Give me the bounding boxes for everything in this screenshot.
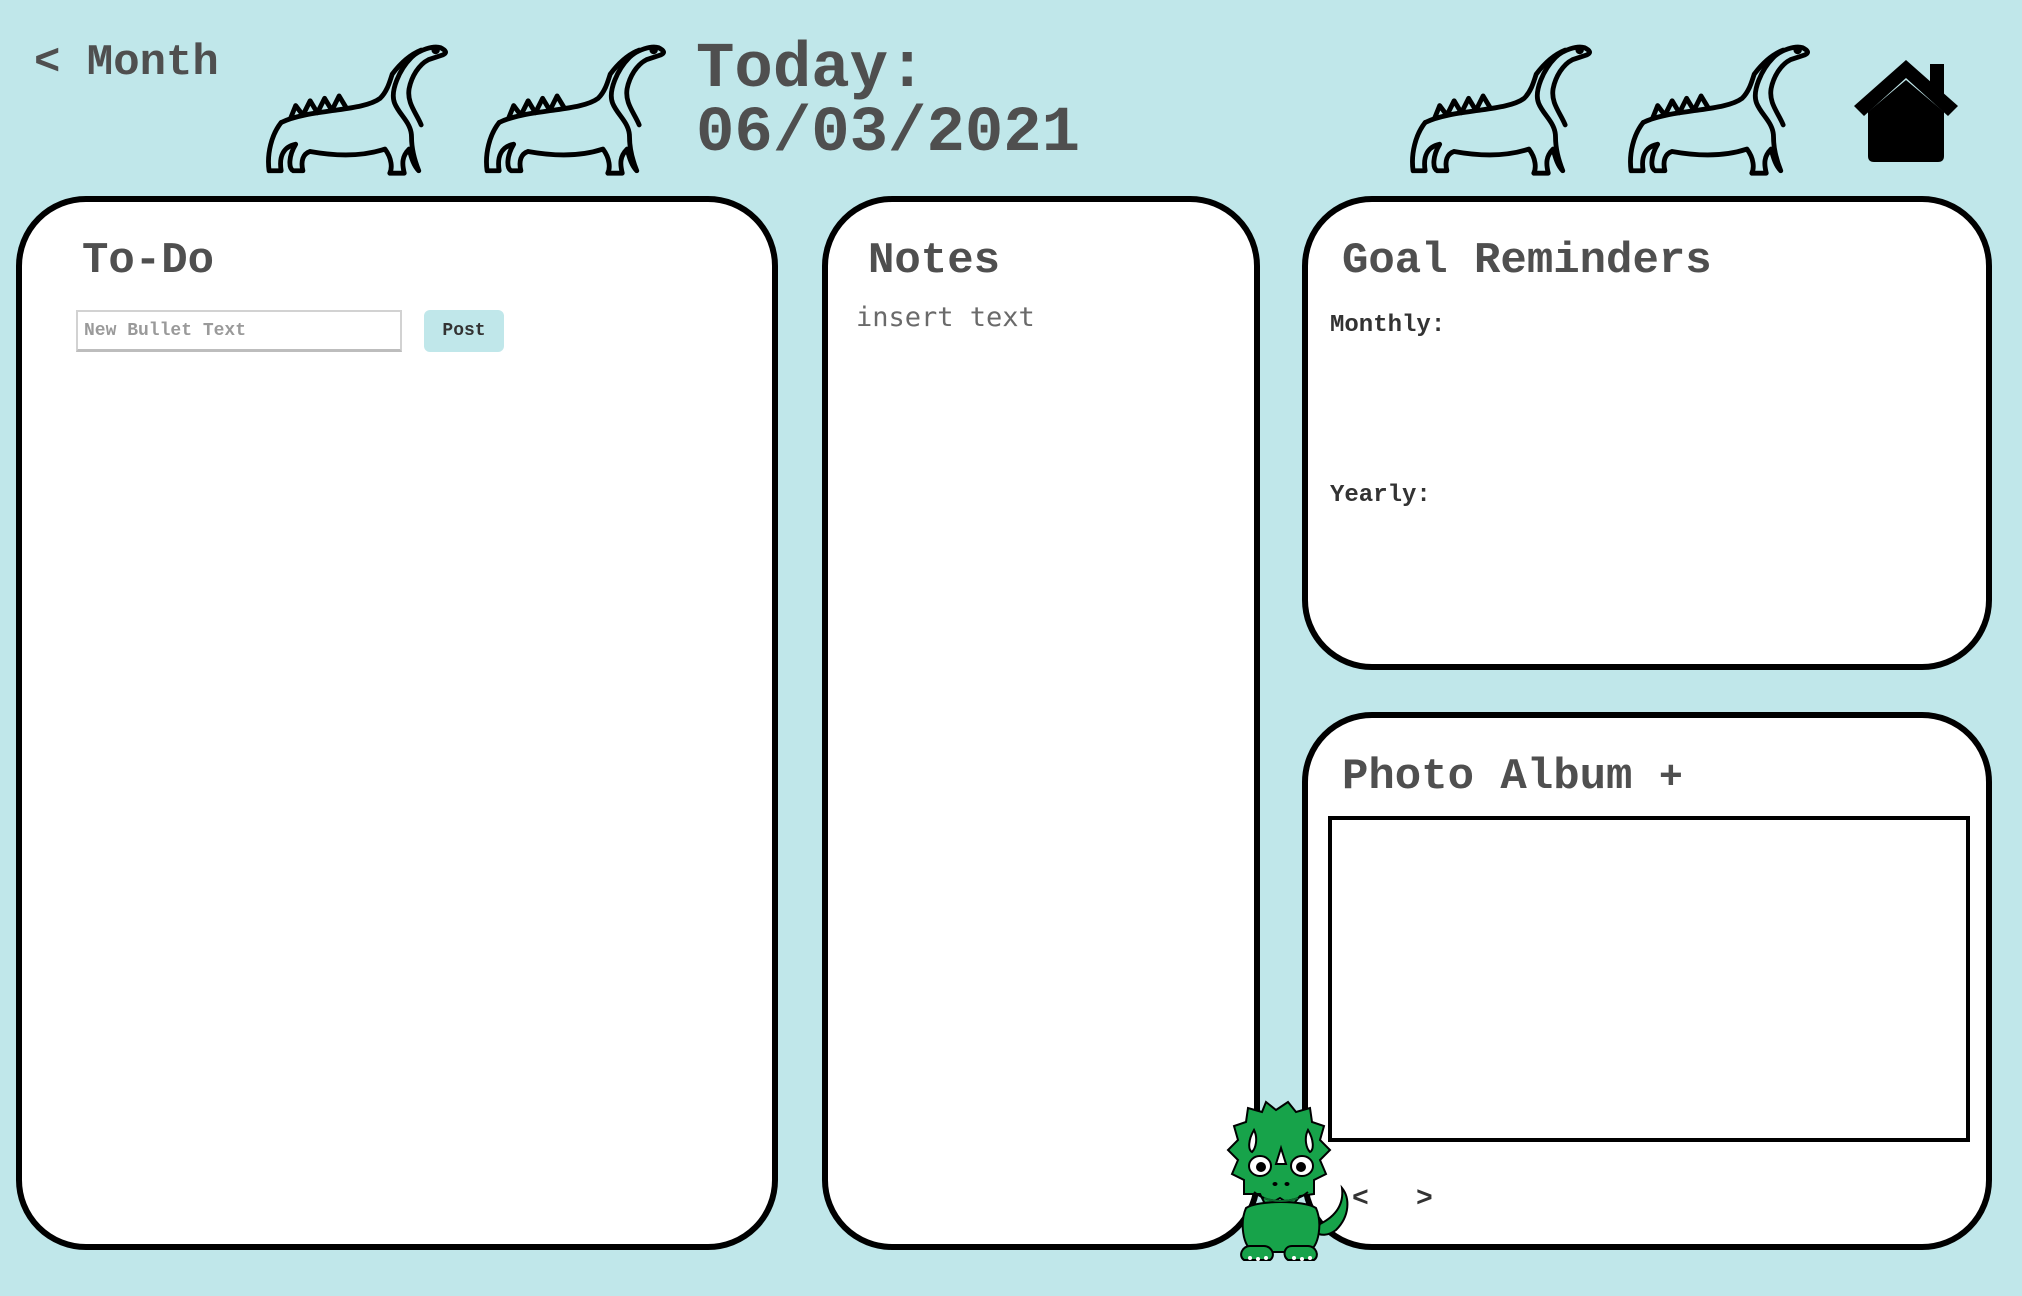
notes-title: Notes [868, 236, 1001, 286]
monthly-label: Monthly: [1330, 312, 1446, 339]
photo-album-label: Photo Album [1342, 752, 1633, 802]
goal-reminders-title: Goal Reminders [1342, 236, 1712, 286]
dinosaur-outline-icon [476, 38, 672, 178]
dinosaur-outline-icon [258, 38, 454, 178]
todo-panel: To-Do Post [16, 196, 778, 1250]
page-title: Today: 06/03/2021 [696, 38, 1080, 166]
photo-frame [1328, 816, 1970, 1142]
todo-title: To-Do [82, 236, 215, 286]
next-photo-button[interactable]: > [1416, 1184, 1433, 1215]
current-date: 06/03/2021 [696, 98, 1081, 170]
goal-reminders-panel: Goal Reminders Monthly: Yearly: [1302, 196, 1992, 670]
today-label: Today: [696, 34, 927, 106]
back-to-month-link[interactable]: < Month [34, 38, 219, 88]
dinosaur-outline-icon [1620, 38, 1816, 178]
post-button[interactable]: Post [424, 310, 504, 352]
notes-textarea[interactable] [856, 302, 1236, 1202]
new-bullet-input[interactable] [76, 310, 402, 352]
dinosaur-outline-icon [1402, 38, 1598, 178]
home-icon[interactable] [1850, 56, 1962, 162]
add-photo-button[interactable]: + [1659, 756, 1683, 801]
photo-album-title: Photo Album + [1342, 752, 1683, 802]
notes-panel: Notes [822, 196, 1260, 1250]
triceratops-icon [1226, 1100, 1349, 1261]
photo-album-panel: Photo Album + < > [1302, 712, 1992, 1250]
yearly-label: Yearly: [1330, 482, 1431, 509]
